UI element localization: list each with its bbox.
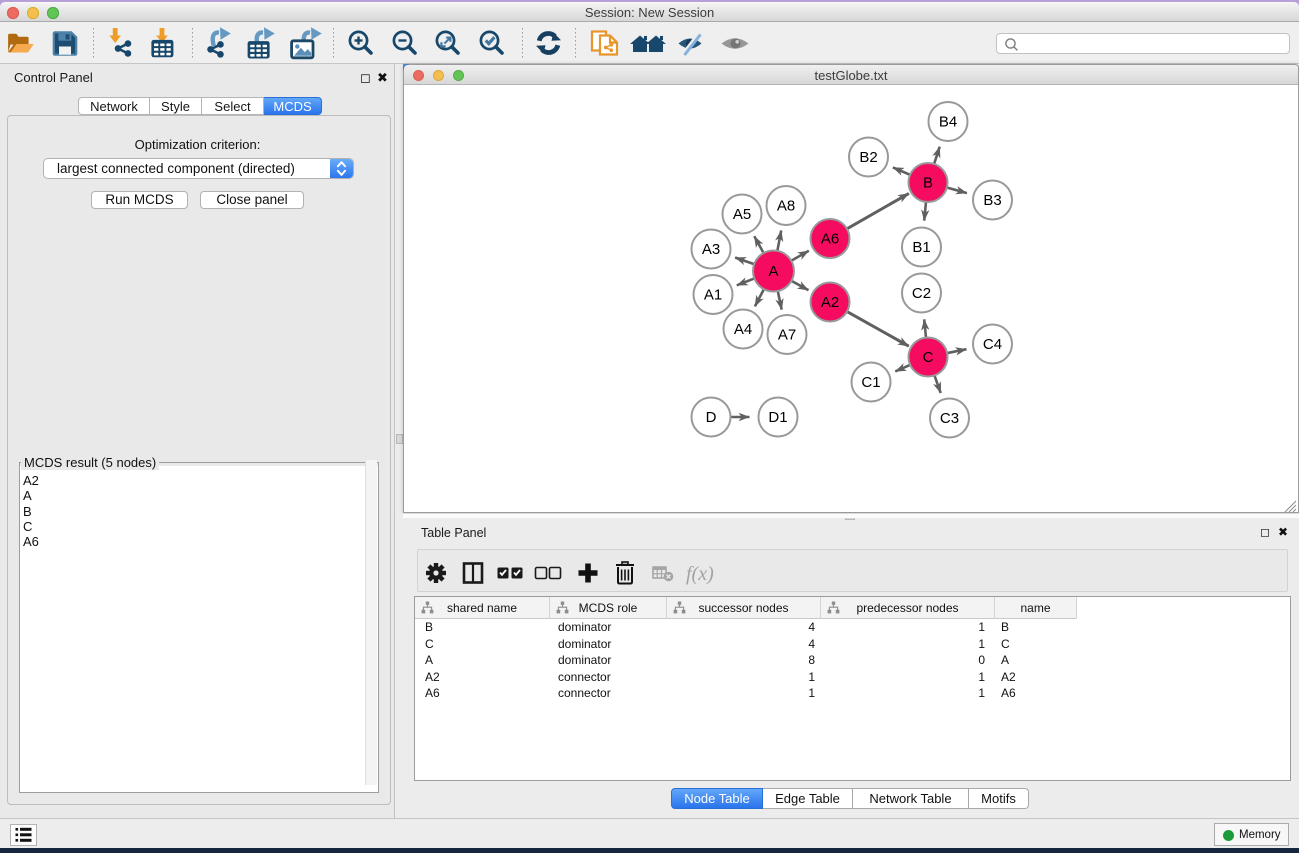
svg-text:B2: B2 <box>859 149 877 166</box>
svg-text:C1: C1 <box>861 374 880 391</box>
svg-text:D1: D1 <box>768 409 787 426</box>
svg-text:A7: A7 <box>778 326 796 343</box>
svg-text:A4: A4 <box>734 321 752 338</box>
svg-text:A6: A6 <box>821 230 839 247</box>
svg-text:A1: A1 <box>704 286 722 303</box>
svg-text:A3: A3 <box>702 241 720 258</box>
svg-text:B1: B1 <box>912 239 930 256</box>
svg-text:A5: A5 <box>733 206 751 223</box>
svg-text:A: A <box>768 263 778 280</box>
svg-text:A2: A2 <box>821 294 839 311</box>
svg-text:B3: B3 <box>983 192 1001 209</box>
svg-text:B: B <box>923 174 933 191</box>
svg-text:B4: B4 <box>939 113 957 130</box>
svg-text:C4: C4 <box>983 336 1002 353</box>
svg-text:C: C <box>923 349 934 366</box>
svg-text:f(x): f(x) <box>686 563 714 585</box>
svg-text:D: D <box>706 409 717 426</box>
svg-text:A8: A8 <box>777 197 795 214</box>
svg-text:C2: C2 <box>912 285 931 302</box>
svg-text:C3: C3 <box>940 410 959 427</box>
